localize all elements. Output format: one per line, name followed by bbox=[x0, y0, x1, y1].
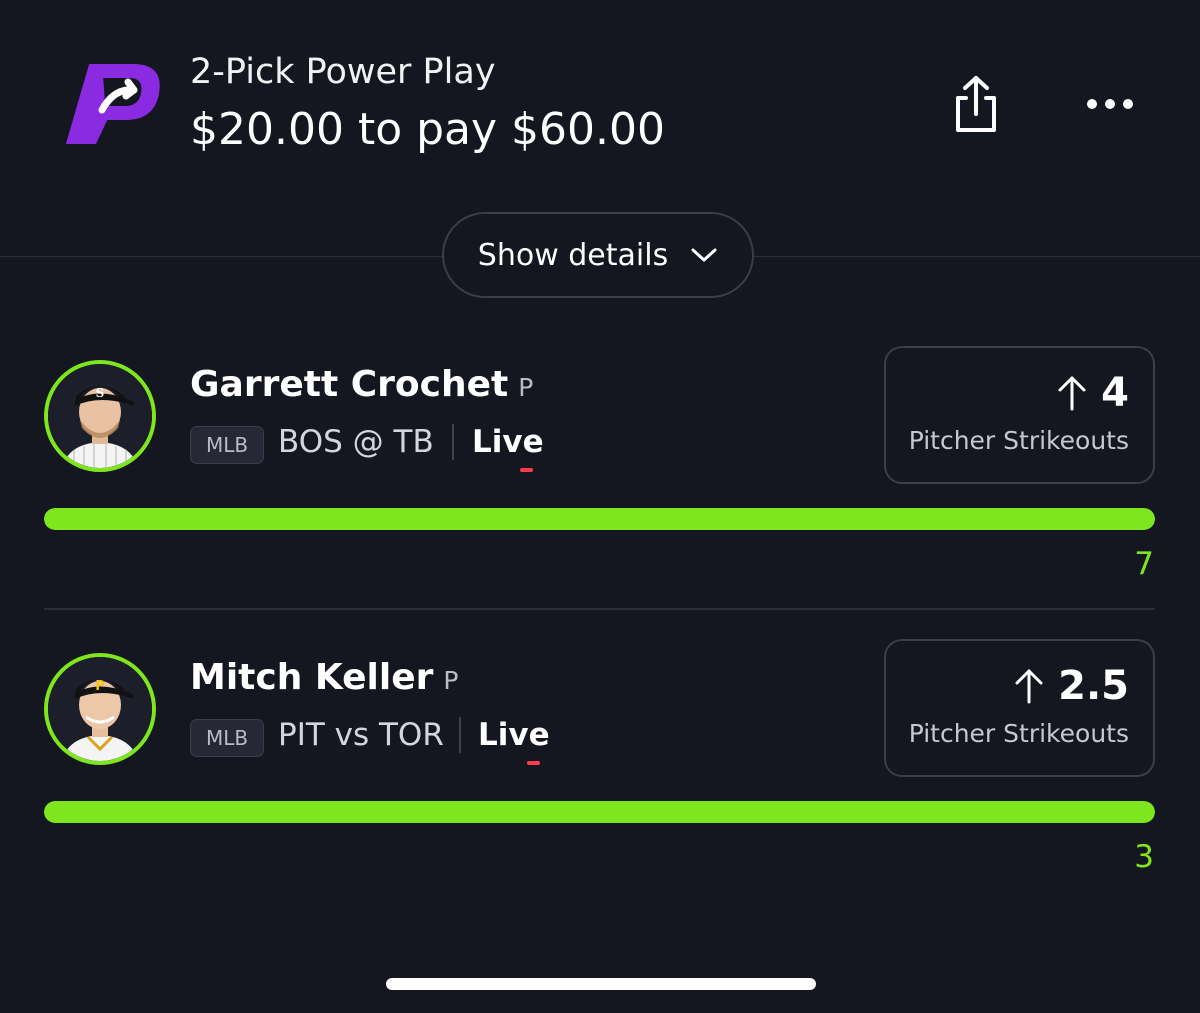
prizepicks-logo-icon bbox=[64, 58, 160, 150]
live-indicator bbox=[520, 468, 533, 472]
player-position: P bbox=[518, 373, 534, 402]
progress-bar bbox=[44, 801, 1155, 823]
matchup: PIT vs TOR bbox=[278, 717, 444, 753]
arrow-up-icon bbox=[1058, 376, 1086, 411]
game-status: Live bbox=[472, 424, 544, 460]
chevron-down-icon bbox=[691, 248, 717, 262]
pick-card[interactable]: P Mitch Keller P MLB PIT vs TOR Live 2.5 … bbox=[0, 639, 1200, 913]
share-button[interactable] bbox=[948, 74, 1004, 136]
actual-stat-value: 7 bbox=[1134, 546, 1154, 582]
pick-card[interactable]: S Garrett Crochet P MLB BOS @ TB Live 4 P… bbox=[0, 346, 1200, 620]
player-position: P bbox=[443, 666, 459, 695]
actual-stat-value: 3 bbox=[1134, 839, 1154, 875]
play-type-title: 2-Pick Power Play bbox=[190, 52, 496, 92]
separator bbox=[459, 717, 461, 753]
pick-divider bbox=[44, 608, 1155, 610]
progress-fill bbox=[44, 508, 1155, 530]
league-badge: MLB bbox=[190, 719, 264, 757]
share-icon bbox=[956, 76, 996, 132]
player-name-text: Mitch Keller bbox=[190, 657, 434, 698]
matchup: BOS @ TB bbox=[278, 424, 434, 460]
player-name: Mitch Keller P bbox=[190, 657, 458, 698]
live-indicator bbox=[527, 761, 540, 765]
progress-bar bbox=[44, 508, 1155, 530]
projection-box[interactable]: 4 Pitcher Strikeouts bbox=[884, 346, 1155, 484]
more-dots-icon bbox=[1087, 99, 1133, 109]
home-indicator[interactable] bbox=[386, 978, 816, 990]
wager-payout: $20.00 to pay $60.00 bbox=[190, 104, 665, 155]
stat-type: Pitcher Strikeouts bbox=[908, 719, 1129, 748]
svg-text:P: P bbox=[95, 679, 105, 694]
avatar: P bbox=[44, 653, 156, 765]
arrow-up-icon bbox=[1015, 669, 1043, 704]
avatar: S bbox=[44, 360, 156, 472]
projection-box[interactable]: 2.5 Pitcher Strikeouts bbox=[884, 639, 1155, 777]
projection-value: 4 bbox=[1101, 370, 1129, 416]
player-name-text: Garrett Crochet bbox=[190, 364, 509, 405]
player-name: Garrett Crochet P bbox=[190, 364, 533, 405]
entry-header: 2-Pick Power Play $20.00 to pay $60.00 bbox=[0, 0, 1200, 200]
more-options-button[interactable] bbox=[1082, 82, 1138, 126]
league-badge: MLB bbox=[190, 426, 264, 464]
progress-fill bbox=[44, 801, 1155, 823]
separator bbox=[452, 424, 454, 460]
stat-type: Pitcher Strikeouts bbox=[908, 426, 1129, 455]
projection-value: 2.5 bbox=[1058, 663, 1129, 709]
show-details-button[interactable]: Show details bbox=[442, 212, 754, 298]
projection-line: 2.5 bbox=[1014, 663, 1129, 709]
show-details-label: Show details bbox=[477, 237, 669, 273]
projection-line: 4 bbox=[1057, 370, 1129, 416]
game-status: Live bbox=[478, 717, 550, 753]
svg-text:S: S bbox=[96, 386, 105, 400]
